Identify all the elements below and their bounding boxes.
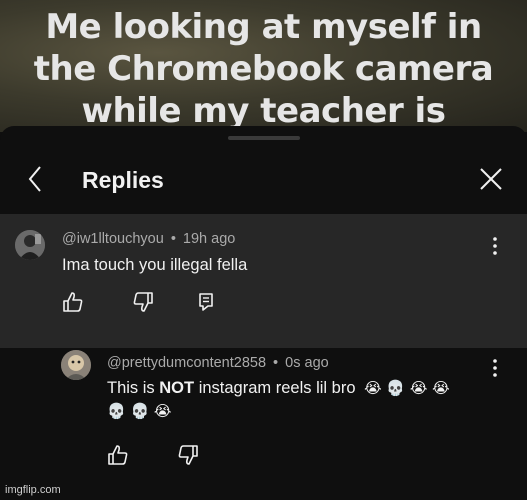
comment-meta: @prettydumcontent2858 • 0s ago xyxy=(107,355,329,371)
back-button[interactable] xyxy=(22,164,52,194)
comment-time: 19h ago xyxy=(182,231,236,247)
reply-comment: @prettydumcontent2858 • 0s ago This is N… xyxy=(0,348,527,500)
video-preview[interactable]: Me looking at myself in the Chromebook c… xyxy=(0,0,527,132)
comment-icon xyxy=(199,293,213,311)
comment-author[interactable]: @iw1lltouchyou xyxy=(62,231,164,247)
chevron-left-icon xyxy=(28,166,41,192)
page-title: Replies xyxy=(82,167,164,193)
comment-emojis: 😭 💀 😭 😭 xyxy=(364,379,450,397)
caption-line-1: Me looking at myself in xyxy=(45,7,482,47)
watermark: imgflip.com xyxy=(5,484,61,496)
comment-author[interactable]: @prettydumcontent2858 xyxy=(107,355,266,371)
video-caption: Me looking at myself in the Chromebook c… xyxy=(0,6,527,132)
avatar[interactable] xyxy=(15,230,45,260)
more-button[interactable] xyxy=(488,234,502,258)
thumbs-up-icon xyxy=(63,292,83,312)
parent-comment: @iw1lltouchyou • 19h ago Ima touch you i… xyxy=(0,214,527,348)
dislike-button[interactable] xyxy=(130,289,156,315)
close-button[interactable] xyxy=(476,164,506,194)
more-vertical-icon xyxy=(493,237,497,255)
meta-separator: • xyxy=(170,231,176,247)
reply-button[interactable] xyxy=(193,289,219,315)
more-button[interactable] xyxy=(488,356,502,380)
thumbs-down-icon xyxy=(178,445,198,465)
replies-header: Replies xyxy=(0,150,527,210)
meta-separator: • xyxy=(273,355,279,371)
avatar[interactable] xyxy=(61,350,91,380)
like-button[interactable] xyxy=(60,289,86,315)
like-button[interactable] xyxy=(105,442,131,468)
more-vertical-icon xyxy=(493,359,497,377)
comment-emojis-line-2: 💀 💀 😭 xyxy=(107,402,172,420)
comment-text: This is NOT instagram reels lil bro 😭 💀 … xyxy=(107,379,450,398)
comment-text-bold: NOT xyxy=(159,379,195,397)
comment-text-start: This is xyxy=(107,379,160,397)
replies-sheet: Replies @iw1lltouchyou • 19h ago Ima tou… xyxy=(0,126,527,500)
comment-meta: @iw1lltouchyou • 19h ago xyxy=(62,231,235,247)
comment-text-end: instagram reels lil bro xyxy=(194,379,356,397)
thumbs-down-icon xyxy=(133,292,153,312)
comment-time: 0s ago xyxy=(285,355,329,371)
comment-text: Ima touch you illegal fella xyxy=(62,256,248,274)
dislike-button[interactable] xyxy=(175,442,201,468)
drag-handle[interactable] xyxy=(228,136,300,140)
thumbs-up-icon xyxy=(108,445,128,465)
close-icon xyxy=(480,168,502,190)
caption-line-2: the Chromebook camera xyxy=(33,49,494,89)
